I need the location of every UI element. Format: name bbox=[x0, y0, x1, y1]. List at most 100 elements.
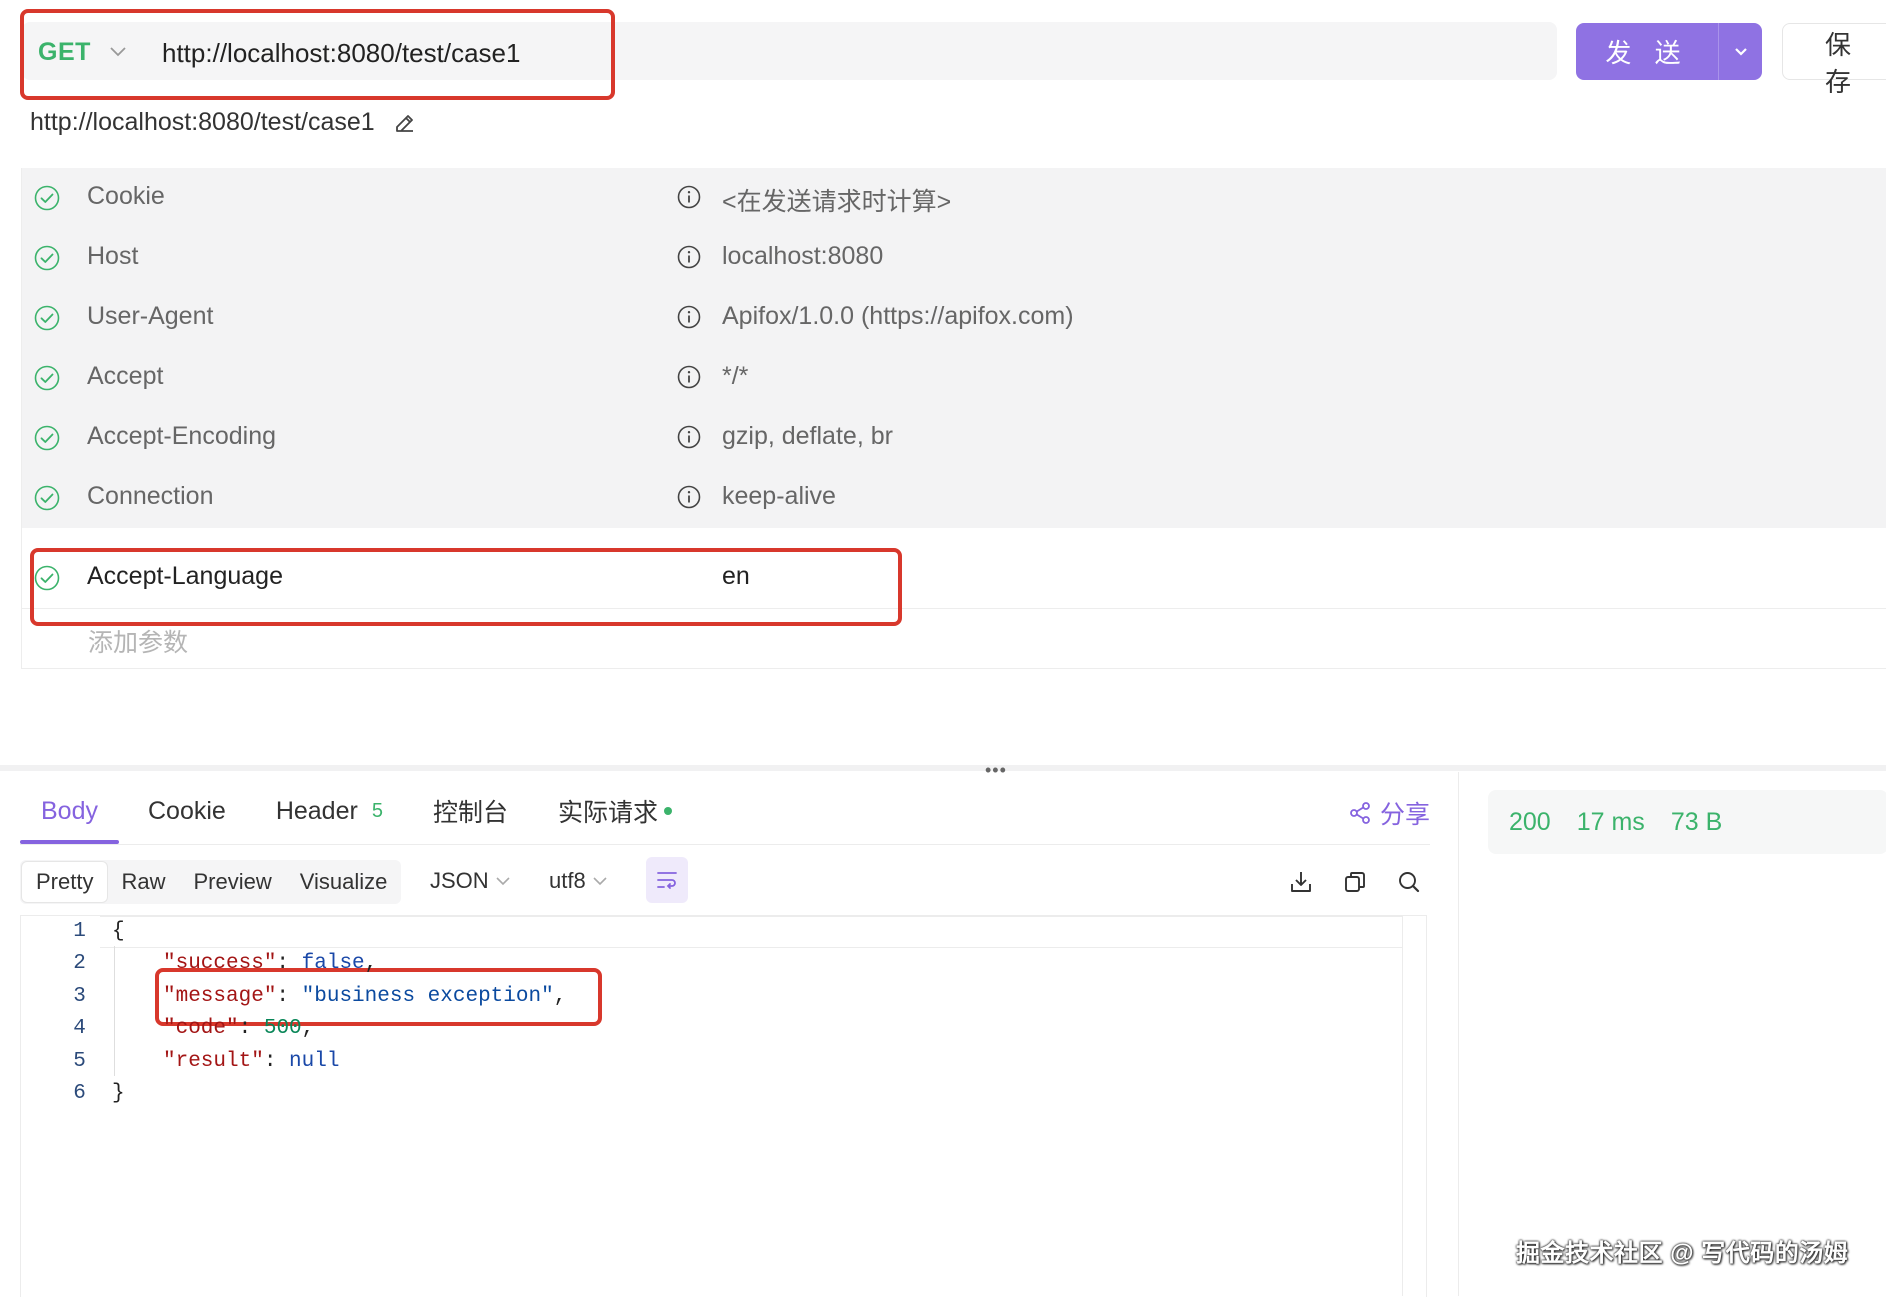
code-line: 2 "success": false, bbox=[20, 952, 1400, 984]
wrap-icon bbox=[657, 872, 677, 889]
tab-body[interactable]: Body bbox=[20, 778, 119, 844]
editor-scrollbar[interactable] bbox=[1402, 916, 1425, 1296]
json-value: false bbox=[301, 952, 365, 976]
info-icon[interactable] bbox=[677, 425, 701, 449]
tab-actual-request[interactable]: 实际请求 bbox=[537, 778, 693, 844]
param-key[interactable]: Host bbox=[87, 242, 138, 271]
header-row[interactable]: Host localhost:8080 bbox=[22, 228, 1886, 288]
add-param-placeholder[interactable]: 添加参数 bbox=[88, 623, 188, 659]
search-icon[interactable] bbox=[1396, 869, 1422, 895]
enabled-check-icon[interactable] bbox=[34, 365, 60, 391]
chevron-down-icon bbox=[1734, 47, 1747, 56]
info-icon[interactable] bbox=[677, 185, 701, 209]
word-wrap-toggle[interactable] bbox=[646, 857, 688, 903]
header-row[interactable]: Cookie <在发送请求时计算> bbox=[22, 168, 1886, 228]
send-options-button[interactable] bbox=[1718, 23, 1762, 80]
send-button-group: 发 送 bbox=[1576, 23, 1762, 80]
enabled-check-icon[interactable] bbox=[34, 305, 60, 331]
send-button[interactable]: 发 送 bbox=[1576, 23, 1718, 80]
code-line: 5 "result": null bbox=[20, 1050, 1400, 1082]
param-value[interactable]: localhost:8080 bbox=[722, 242, 883, 271]
method-label: GET bbox=[38, 37, 91, 66]
status-panel-divider bbox=[1458, 772, 1459, 1296]
enabled-check-icon[interactable] bbox=[34, 485, 60, 511]
info-icon[interactable] bbox=[677, 485, 701, 509]
watermark: 掘金技术社区 @ 写代码的汤姆 bbox=[1516, 1240, 1849, 1267]
code-line: 4 "code": 500, bbox=[20, 1017, 1400, 1049]
json-value: 500 bbox=[263, 1017, 302, 1041]
tab-cookie[interactable]: Cookie bbox=[127, 778, 247, 844]
code-text: } bbox=[112, 1082, 125, 1105]
view-raw[interactable]: Raw bbox=[107, 862, 179, 902]
param-value[interactable]: */* bbox=[722, 362, 748, 391]
chevron-down-icon bbox=[110, 47, 126, 57]
enabled-check-icon[interactable] bbox=[34, 185, 60, 211]
param-key[interactable]: Accept-Encoding bbox=[87, 422, 276, 451]
method-select[interactable]: GET bbox=[38, 30, 127, 74]
response-stats: 200 17 ms 73 B bbox=[1509, 808, 1722, 837]
code-text: { bbox=[112, 920, 125, 943]
header-count-badge: 5 bbox=[371, 799, 383, 822]
view-mode-toolbar: Pretty Raw Preview Visualize bbox=[20, 860, 402, 904]
info-icon[interactable] bbox=[677, 245, 701, 269]
splitter-handle-icon[interactable]: ••• bbox=[985, 760, 1007, 781]
response-time: 17 ms bbox=[1576, 808, 1645, 836]
code-text: "result": null bbox=[163, 1049, 340, 1073]
header-row[interactable]: User-Agent Apifox/1.0.0 (https://apifox.c… bbox=[22, 288, 1886, 348]
param-key[interactable]: Connection bbox=[87, 482, 213, 511]
line-number: 6 bbox=[73, 1082, 86, 1105]
header-row[interactable]: Connection keep-alive bbox=[22, 468, 1886, 528]
resolved-url: http://localhost:8080/test/case1 bbox=[30, 108, 417, 137]
line-number: 2 bbox=[73, 952, 86, 976]
tabs-divider bbox=[20, 844, 1430, 845]
param-value[interactable]: <在发送请求时计算> bbox=[722, 182, 951, 218]
add-param-row[interactable]: 添加参数 bbox=[22, 609, 1886, 667]
share-button[interactable]: 分享 bbox=[1348, 795, 1430, 831]
line-number: 4 bbox=[73, 1017, 86, 1041]
info-icon[interactable] bbox=[677, 365, 701, 389]
code-text: "code": 500, bbox=[163, 1017, 315, 1041]
code-line: 1{ bbox=[20, 920, 1400, 952]
status-code: 200 bbox=[1509, 808, 1551, 836]
json-value: null bbox=[289, 1049, 340, 1073]
chevron-down-icon bbox=[593, 877, 607, 886]
copy-icon[interactable] bbox=[1342, 869, 1368, 895]
param-value[interactable]: keep-alive bbox=[722, 482, 836, 511]
line-number: 1 bbox=[73, 920, 86, 943]
json-value: "business exception" bbox=[301, 984, 554, 1008]
param-key[interactable]: Accept bbox=[87, 362, 163, 391]
tab-header[interactable]: Header 5 bbox=[255, 778, 404, 844]
enabled-check-icon[interactable] bbox=[34, 245, 60, 271]
view-pretty[interactable]: Pretty bbox=[22, 862, 108, 902]
code-line: 6} bbox=[20, 1082, 1400, 1114]
url-input[interactable] bbox=[160, 30, 1544, 76]
edit-icon[interactable] bbox=[393, 111, 417, 135]
json-key: "result" bbox=[163, 1049, 264, 1073]
param-value[interactable]: Apifox/1.0.0 (https://apifox.com) bbox=[722, 302, 1074, 331]
param-key[interactable]: Accept-Language bbox=[87, 562, 283, 591]
share-icon bbox=[1350, 802, 1370, 824]
encoding-select[interactable]: utf8 bbox=[549, 868, 608, 894]
enabled-check-icon[interactable] bbox=[34, 565, 60, 591]
format-select[interactable]: JSON bbox=[430, 868, 511, 894]
chevron-down-icon bbox=[496, 877, 510, 886]
header-row[interactable]: Accept */* bbox=[22, 348, 1886, 408]
view-visualize[interactable]: Visualize bbox=[286, 862, 402, 902]
save-button[interactable]: 保 存 bbox=[1782, 23, 1886, 97]
param-key[interactable]: Cookie bbox=[87, 182, 165, 211]
code-text: "success": false, bbox=[163, 952, 378, 976]
header-row[interactable]: Accept-Encoding gzip, deflate, br bbox=[22, 408, 1886, 468]
info-icon[interactable] bbox=[677, 305, 701, 329]
param-key[interactable]: User-Agent bbox=[87, 302, 213, 331]
download-icon[interactable] bbox=[1288, 869, 1314, 895]
json-key: "code" bbox=[163, 1017, 239, 1041]
view-preview[interactable]: Preview bbox=[179, 862, 285, 902]
tab-console[interactable]: 控制台 bbox=[412, 778, 529, 844]
param-value[interactable]: gzip, deflate, br bbox=[722, 422, 893, 451]
param-value[interactable]: en bbox=[722, 562, 750, 591]
header-row-accept-language[interactable]: Accept-Language en bbox=[22, 548, 1886, 609]
panel-splitter[interactable] bbox=[0, 765, 1886, 771]
enabled-check-icon[interactable] bbox=[34, 425, 60, 451]
code-line: 3 "message": "business exception", bbox=[20, 985, 1400, 1017]
json-key: "success" bbox=[163, 952, 277, 976]
